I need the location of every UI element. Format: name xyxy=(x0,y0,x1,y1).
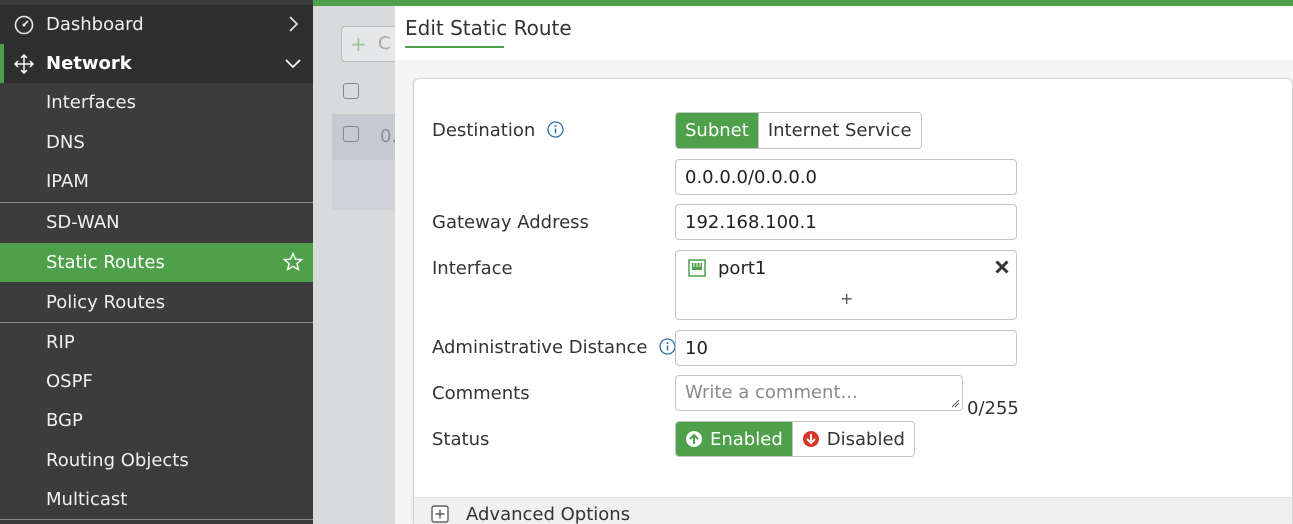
select-all-checkbox[interactable] xyxy=(343,83,359,99)
comments-char-counter: 0/255 xyxy=(967,398,1019,419)
dashboard-gauge-icon xyxy=(14,15,34,35)
sidebar-item-bgp[interactable]: BGP xyxy=(0,401,313,440)
edit-static-route-dialog: Edit Static Route Destination Subnet Int… xyxy=(395,6,1293,524)
add-interface-button[interactable]: + xyxy=(840,289,853,308)
status-label: Status xyxy=(432,429,490,450)
sidebar-item-multicast[interactable]: Multicast xyxy=(0,480,313,519)
destination-internet-service-option[interactable]: Internet Service xyxy=(757,113,921,148)
title-underline xyxy=(405,46,504,48)
status-enabled-option[interactable]: Enabled xyxy=(676,422,792,456)
background-page xyxy=(313,0,398,524)
dialog-header: Edit Static Route xyxy=(395,6,1293,60)
sidebar-item-label: OSPF xyxy=(46,371,93,392)
comments-textarea[interactable]: Write a comment... xyxy=(675,375,963,411)
plus-square-icon[interactable] xyxy=(431,505,449,523)
interface-label: Interface xyxy=(432,258,513,279)
table-row[interactable] xyxy=(332,160,398,210)
sidebar-item-ipam[interactable]: IPAM xyxy=(0,162,313,201)
destination-subnet-option[interactable]: Subnet xyxy=(676,113,758,148)
sidebar-item-label: DNS xyxy=(46,132,85,153)
sidebar-item-network[interactable]: Network xyxy=(0,44,313,83)
dialog-title: Edit Static Route xyxy=(405,16,572,40)
administrative-distance-label-text: Administrative Distance xyxy=(432,337,648,358)
sidebar-item-static-routes[interactable]: Static Routes xyxy=(0,243,313,282)
sidebar-item-label: Static Routes xyxy=(46,252,165,273)
row-checkbox[interactable] xyxy=(343,126,359,142)
info-icon[interactable] xyxy=(547,121,564,138)
chevron-right-icon[interactable] xyxy=(283,14,303,34)
advanced-options-section[interactable]: Advanced Options xyxy=(414,497,1292,524)
port-icon xyxy=(688,259,706,277)
administrative-distance-input[interactable]: 10 xyxy=(675,330,1017,366)
route-form-card: Destination Subnet Internet Service 0.0.… xyxy=(413,78,1293,524)
sidebar-item-policy-routes[interactable]: Policy Routes xyxy=(0,283,313,322)
create-new-button[interactable]: + C xyxy=(341,26,401,62)
sidebar-item-label: Interfaces xyxy=(46,92,136,113)
sidebar-divider xyxy=(0,519,313,520)
comments-label: Comments xyxy=(432,383,530,404)
interface-value: port1 xyxy=(718,258,767,279)
comments-placeholder: Write a comment... xyxy=(685,382,858,403)
plus-icon: + xyxy=(350,32,367,56)
destination-label: Destination xyxy=(432,120,564,141)
destination-label-text: Destination xyxy=(432,120,536,141)
info-icon[interactable] xyxy=(659,338,676,355)
destination-type-toggle: Subnet Internet Service xyxy=(675,112,922,149)
interface-selector[interactable]: port1 + xyxy=(675,250,1017,320)
status-toggle: Enabled Disabled xyxy=(675,421,915,457)
sidebar-item-label: IPAM xyxy=(46,171,89,192)
sidebar-item-routing-objects[interactable]: Routing Objects xyxy=(0,441,313,480)
table-row[interactable]: 0. xyxy=(332,114,398,160)
sidebar-item-label: SD-WAN xyxy=(46,212,120,233)
sidebar-item-label: Policy Routes xyxy=(46,292,166,313)
advanced-options-label: Advanced Options xyxy=(466,504,631,524)
sidebar-item-rip[interactable]: RIP xyxy=(0,323,313,362)
gateway-address-input[interactable]: 192.168.100.1 xyxy=(675,204,1017,240)
sidebar-item-label: RIP xyxy=(46,332,75,353)
arrow-down-circle-icon xyxy=(802,431,819,447)
sidebar: Dashboard Network Interfaces DNS IPAM SD… xyxy=(0,0,313,524)
sidebar-item-label: Multicast xyxy=(46,489,128,510)
sidebar-item-label: BGP xyxy=(46,410,83,431)
active-section-accent xyxy=(0,44,4,83)
sidebar-item-dashboard[interactable]: Dashboard xyxy=(0,5,313,44)
arrow-up-circle-icon xyxy=(686,431,702,447)
sidebar-item-sd-wan[interactable]: SD-WAN xyxy=(0,203,313,242)
gateway-address-label: Gateway Address xyxy=(432,212,589,233)
status-disabled-label: Disabled xyxy=(826,428,905,450)
chevron-down-icon[interactable] xyxy=(283,53,303,73)
sidebar-item-label: Dashboard xyxy=(46,14,144,35)
sidebar-item-label: Routing Objects xyxy=(46,450,189,471)
close-x-icon[interactable] xyxy=(994,259,1010,275)
network-move-icon xyxy=(14,54,34,74)
resize-grip-icon[interactable] xyxy=(950,398,960,408)
sidebar-item-dns[interactable]: DNS xyxy=(0,123,313,162)
star-icon[interactable] xyxy=(283,252,303,272)
sidebar-item-ospf[interactable]: OSPF xyxy=(0,362,313,401)
destination-subnet-input[interactable]: 0.0.0.0/0.0.0.0 xyxy=(675,159,1017,195)
status-enabled-label: Enabled xyxy=(710,428,783,450)
status-disabled-option[interactable]: Disabled xyxy=(791,422,914,456)
create-button-label: C xyxy=(378,33,391,54)
administrative-distance-label: Administrative Distance xyxy=(432,337,676,358)
sidebar-item-interfaces[interactable]: Interfaces xyxy=(0,83,313,122)
sidebar-item-label: Network xyxy=(46,53,132,74)
